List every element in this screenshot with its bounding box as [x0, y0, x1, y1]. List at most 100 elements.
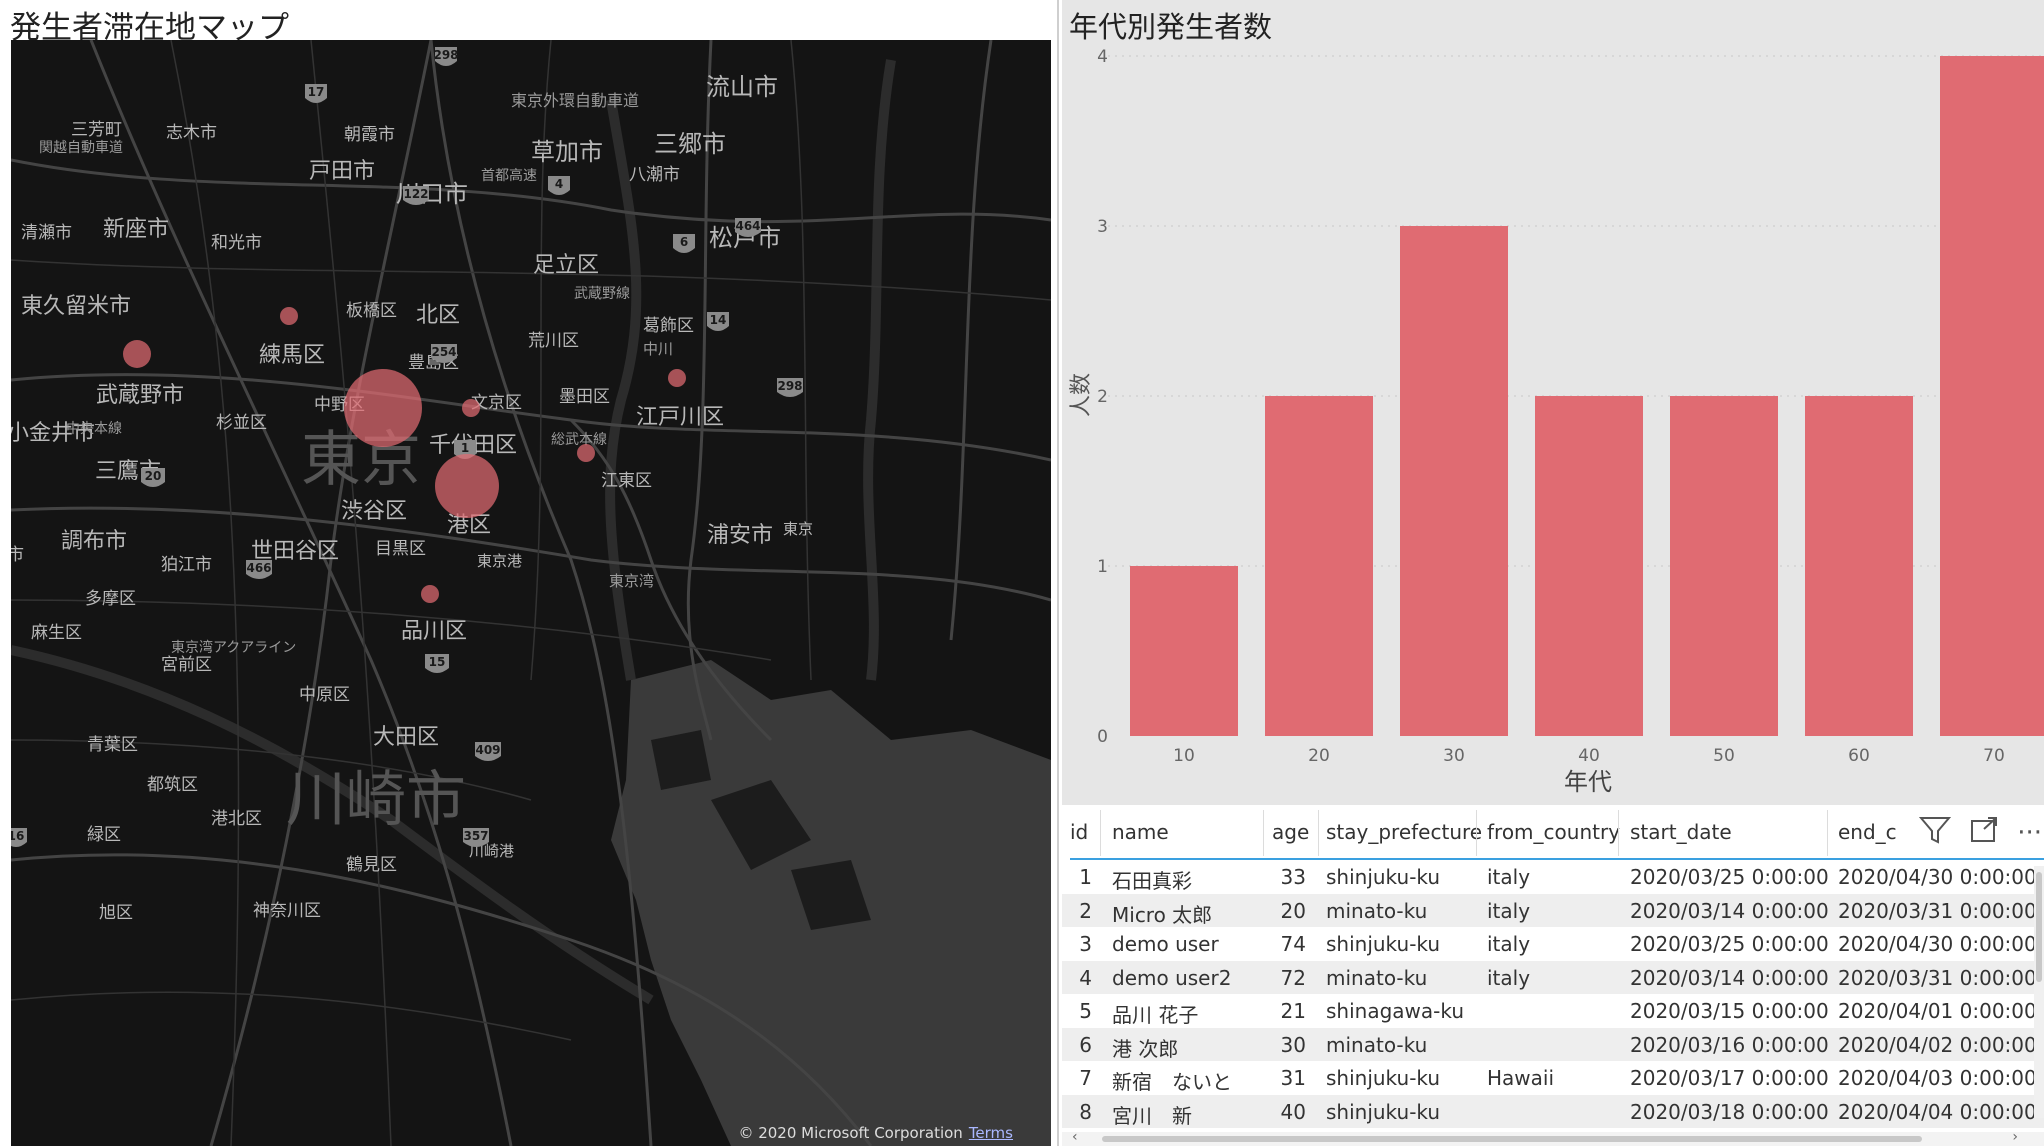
table-row[interactable]: 2 Micro 太郎 20 minato-ku italy 2020/03/14 0:00… [1062, 893, 2044, 927]
table-row[interactable]: 1 石田真彩 33 shinjuku-ku italy 2020/03/25 0:00:0… [1062, 860, 2044, 893]
map-label: 宮前区 [161, 655, 212, 675]
svg-text:6: 6 [680, 235, 688, 249]
column-divider[interactable] [1827, 810, 1828, 856]
map-visual[interactable]: 発生者滞在地マップ 三芳町 志木市 朝霞市 戸田市 川口市 草加市 三郷市 流山… [0, 0, 1059, 1146]
map-label: 都筑区 [147, 775, 198, 795]
table-visual[interactable]: id name age stay_prefecture from_country… [1062, 806, 2044, 1146]
cell-id: 8 [1079, 1099, 1092, 1124]
x-tick-label: 50 [1713, 746, 1735, 766]
table-row[interactable]: 7 新宿 ないと 31 shinjuku-ku Hawaii 2020/03/17 0:0… [1062, 1061, 2044, 1094]
cell-name: 新宿 ないと [1112, 1070, 1232, 1094]
route-shield: 4 [548, 176, 570, 195]
map-label: 東京外環自動車道 [511, 91, 639, 110]
horizontal-scrollbar[interactable]: ‹ › [1062, 1129, 2044, 1146]
column-header-age[interactable]: age [1272, 820, 1309, 844]
terms-link[interactable]: Terms [969, 1124, 1013, 1142]
table-row[interactable]: 4 demo user2 72 minato-ku italy 2020/03/14 0:… [1062, 960, 2044, 994]
map-copyright: © 2020 Microsoft Corporation Terms [738, 1124, 1013, 1142]
table-row[interactable]: 8 宮川 新 40 shinjuku-ku 2020/03/18 0:00:00 2020… [1062, 1094, 2044, 1128]
cell-end-date: 2020/04/30 0:00:00 [1838, 865, 2037, 889]
svg-text:16: 16 [11, 829, 24, 843]
map-bubble-musashino[interactable] [123, 340, 151, 368]
column-divider[interactable] [1263, 810, 1264, 856]
copyright-text: © 2020 Microsoft Corporation [738, 1124, 963, 1142]
cell-start-date: 2020/03/18 0:00:00 [1630, 1099, 1829, 1124]
map-label: 中原区 [299, 685, 350, 705]
route-shield: 15 [425, 654, 449, 673]
bar-30[interactable] [1400, 226, 1508, 736]
map-label: 八潮市 [629, 165, 680, 185]
cell-end-date: 2020/04/03 0:00:00 [1838, 1066, 2037, 1090]
cell-name: demo user [1112, 932, 1219, 956]
table-row[interactable]: 6 港 次郎 30 minato-ku 2020/03/16 0:00:00 2020/0… [1062, 1027, 2044, 1061]
bar-10[interactable] [1130, 566, 1238, 736]
bar-20[interactable] [1265, 396, 1373, 736]
cell-id: 1 [1079, 865, 1092, 889]
svg-text:17: 17 [308, 85, 325, 99]
column-header-from-country[interactable]: from_country [1487, 820, 1620, 844]
svg-text:466: 466 [246, 561, 271, 575]
route-shield: 254 [431, 344, 457, 363]
bar-60[interactable] [1805, 396, 1913, 736]
scroll-right-icon[interactable]: › [2012, 1129, 2018, 1145]
filter-icon[interactable] [1919, 815, 1952, 852]
map-bubble-minato[interactable] [435, 454, 499, 518]
cell-stay-prefecture: minato-ku [1326, 965, 1428, 990]
table-row[interactable]: 5 品川 花子 21 shinagawa-ku 2020/03/15 0:00:00 20… [1062, 994, 2044, 1027]
y-tick-label: 0 [1097, 727, 1108, 747]
column-divider[interactable] [1318, 810, 1319, 856]
scroll-left-icon[interactable]: ‹ [1072, 1129, 1078, 1145]
column-divider[interactable] [1100, 810, 1101, 856]
bar-chart-visual[interactable]: 年代別発生者数 人数 年代 0 1 2 3 4 10 20 30 40 50 60 70 [1062, 0, 2044, 805]
focus-mode-icon[interactable] [1969, 815, 1999, 852]
map-label: 三郷市 [654, 130, 726, 158]
svg-text:357: 357 [463, 829, 488, 843]
map-label: 多摩区 [85, 589, 136, 609]
map-label: 和光市 [211, 233, 262, 253]
map-bubble-shinagawa[interactable] [421, 585, 439, 603]
sumida-river [605, 99, 642, 681]
column-header-end-date[interactable]: end_c [1838, 820, 1897, 844]
cell-age: 33 [1280, 865, 1306, 889]
cell-end-date: 2020/03/31 0:00:00 [1838, 965, 2037, 990]
map-bubble-nerima[interactable] [280, 307, 298, 325]
cell-age: 20 [1280, 898, 1306, 923]
more-options-icon[interactable]: ··· [2017, 818, 2042, 848]
cell-stay-prefecture: shinjuku-ku [1326, 1066, 1441, 1090]
svg-text:464: 464 [735, 219, 760, 233]
y-tick-label: 3 [1097, 217, 1108, 237]
map-bubble-koto[interactable] [577, 444, 595, 462]
horizontal-scroll-thumb[interactable] [1102, 1136, 1922, 1142]
cell-start-date: 2020/03/25 0:00:00 [1630, 932, 1829, 956]
column-header-stay-prefecture[interactable]: stay_prefecture [1326, 820, 1482, 844]
cell-start-date: 2020/03/16 0:00:00 [1630, 1032, 1829, 1057]
bar-70[interactable] [1940, 56, 2044, 736]
bar-40[interactable] [1535, 396, 1643, 736]
svg-text:298: 298 [433, 48, 458, 62]
cell-from-country: italy [1487, 932, 1531, 956]
cell-stay-prefecture: minato-ku [1326, 1032, 1428, 1057]
vertical-scroll-thumb[interactable] [2036, 872, 2042, 982]
map-canvas[interactable]: 三芳町 志木市 朝霞市 戸田市 川口市 草加市 三郷市 流山市 八潮市 清瀬市 … [11, 40, 1051, 1146]
cell-start-date: 2020/03/14 0:00:00 [1630, 965, 1829, 990]
bar-50[interactable] [1670, 396, 1778, 736]
map-bubble-shinjuku[interactable] [344, 369, 422, 447]
cell-age: 21 [1280, 999, 1306, 1023]
column-divider[interactable] [1618, 810, 1619, 856]
cell-age: 31 [1280, 1066, 1306, 1090]
cell-end-date: 2020/04/02 0:00:00 [1838, 1032, 2037, 1057]
column-header-id[interactable]: id [1070, 820, 1088, 844]
map-bubble-edogawa[interactable] [668, 369, 686, 387]
table-row[interactable]: 3 demo user 74 shinjuku-ku italy 2020/03/25 0… [1062, 927, 2044, 960]
vertical-scrollbar[interactable] [2034, 866, 2044, 1118]
map-bubble-chiyoda[interactable] [462, 399, 480, 417]
column-header-name[interactable]: name [1112, 820, 1169, 844]
map-label: 板橋区 [346, 301, 397, 321]
svg-text:4: 4 [555, 177, 563, 191]
cell-id: 3 [1079, 932, 1092, 956]
svg-text:254: 254 [431, 345, 456, 359]
column-header-start-date[interactable]: start_date [1630, 820, 1732, 844]
column-divider[interactable] [1476, 810, 1477, 856]
svg-text:1: 1 [461, 441, 469, 455]
map-label: 総武本線 [551, 432, 607, 448]
